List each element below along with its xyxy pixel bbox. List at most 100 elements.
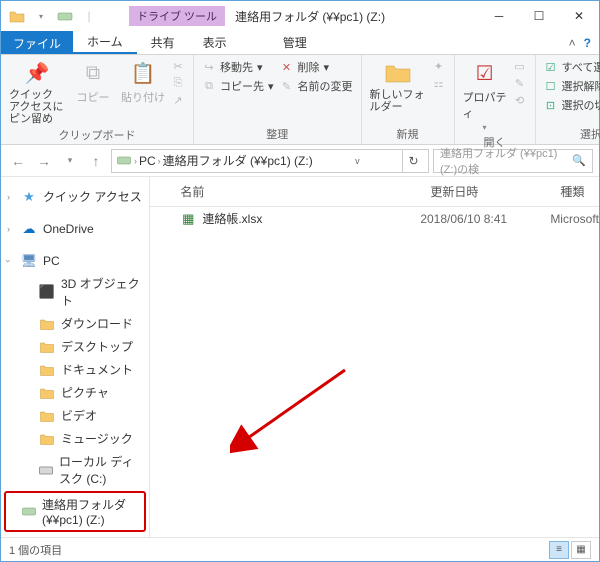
nav-network-drive[interactable]: 連絡用フォルダ (¥¥pc1) (Z:)	[4, 491, 146, 532]
col-type[interactable]: 種類	[550, 177, 599, 206]
properties-icon: ☑	[471, 59, 499, 87]
properties-button[interactable]: ☑ プロパティ ▾	[463, 59, 507, 132]
easy-icon: ⚏	[432, 76, 446, 90]
nav-forward-button[interactable]: →	[33, 150, 55, 172]
address-dropdown-icon[interactable]: v	[346, 150, 368, 172]
invert-selection-button[interactable]: ⊡選択の切り替え	[544, 97, 600, 113]
explorer-window: ▾ | ドライブ ツール 連絡用フォルダ (¥¥pc1) (Z:) ─ ☐ ✕ …	[0, 0, 600, 562]
copy-icon: ⧉	[79, 59, 107, 87]
expand-icon[interactable]: ›	[7, 192, 10, 202]
edit-button[interactable]: ✎	[513, 76, 527, 90]
select-all-icon: ☑	[544, 60, 558, 74]
nav-quick-access[interactable]: › ★ クイック アクセス	[1, 185, 149, 208]
clipboard-extras: ✂ ⎘ ↗	[171, 59, 185, 107]
file-list-pane: 名前 更新日時 種類 ▦ 連絡帳.xlsx 2018/06/10 8:41 Mi…	[150, 177, 599, 537]
tab-share[interactable]: 共有	[137, 31, 189, 54]
paste-icon: 📋	[129, 59, 157, 87]
nav-videos[interactable]: ビデオ	[1, 404, 149, 427]
cut-button[interactable]: ✂	[171, 59, 185, 73]
nav-onedrive[interactable]: › ☁ OneDrive	[1, 218, 149, 240]
thumbnails-view-button[interactable]: ▦	[571, 541, 591, 559]
disk-icon	[39, 462, 53, 478]
col-date[interactable]: 更新日時	[420, 177, 550, 206]
nav-pictures[interactable]: ピクチャ	[1, 381, 149, 404]
paste-button[interactable]: 📋 貼り付け	[121, 59, 165, 105]
qat-dropdown-icon[interactable]: ▾	[31, 6, 51, 26]
tab-manage[interactable]: 管理	[269, 31, 321, 54]
view-switcher: ≡ ▦	[549, 541, 591, 559]
address-bar: ← → ▾ ↑ › PC › 連絡用フォルダ (¥¥pc1) (Z:) v ↻ …	[1, 145, 599, 177]
nav-music[interactable]: ミュージック	[1, 427, 149, 450]
ribbon-collapse-icon[interactable]: ˄	[569, 36, 576, 50]
chevron-right-icon[interactable]: ›	[158, 156, 161, 166]
xlsx-icon: ▦	[180, 211, 196, 227]
new-item-button[interactable]: ✦	[432, 59, 446, 73]
maximize-button[interactable]: ☐	[519, 2, 559, 30]
pin-to-quick-access-button[interactable]: 📌 クイック アクセスにピン留め	[9, 59, 65, 125]
select-none-icon: ☐	[544, 79, 558, 93]
ribbon-tabs: ファイル ホーム 共有 表示 管理 ˄ ?	[1, 31, 599, 55]
group-new: 新しいフォルダー ✦ ⚏ 新規	[362, 55, 455, 144]
pictures-icon	[39, 385, 55, 401]
expand-icon[interactable]: ›	[7, 224, 10, 234]
breadcrumb[interactable]: › PC › 連絡用フォルダ (¥¥pc1) (Z:) v ↻	[111, 149, 429, 173]
collapse-icon[interactable]: ›	[4, 260, 14, 263]
pin-icon: 📌	[23, 59, 51, 87]
tab-view[interactable]: 表示	[189, 31, 241, 54]
tab-home[interactable]: ホーム	[73, 31, 137, 54]
col-name[interactable]: 名前	[150, 177, 420, 206]
select-all-button[interactable]: ☑すべて選択	[544, 59, 600, 75]
history-button[interactable]: ⟲	[513, 93, 527, 107]
ribbon: 📌 クイック アクセスにピン留め ⧉ コピー 📋 貼り付け ✂ ⎘ ↗ クリップ…	[1, 55, 599, 145]
minimize-button[interactable]: ─	[479, 2, 519, 30]
move-to-button[interactable]: ↪移動先 ▾	[202, 59, 274, 75]
videos-icon	[39, 408, 55, 424]
nav-recent-button[interactable]: ▾	[59, 150, 81, 172]
close-button[interactable]: ✕	[559, 2, 599, 30]
path-icon: ⎘	[171, 76, 185, 90]
new-folder-icon	[384, 59, 412, 87]
file-list[interactable]: ▦ 連絡帳.xlsx 2018/06/10 8:41 Microsoft	[150, 207, 599, 537]
open-button[interactable]: ▭	[513, 59, 527, 73]
item-count: 1 個の項目	[9, 542, 62, 558]
network-drive-icon	[22, 504, 36, 520]
qat-sep-icon: |	[79, 6, 99, 26]
rename-button[interactable]: ✎名前の変更	[280, 78, 353, 94]
move-icon: ↪	[202, 60, 216, 74]
select-none-button[interactable]: ☐選択解除	[544, 78, 600, 94]
copy-button[interactable]: ⧉ コピー	[71, 59, 115, 105]
nav-documents[interactable]: ドキュメント	[1, 358, 149, 381]
edit-icon: ✎	[513, 76, 527, 90]
pc-icon: 🖥	[21, 253, 37, 269]
nav-downloads[interactable]: ダウンロード	[1, 312, 149, 335]
crumb-current[interactable]: 連絡用フォルダ (¥¥pc1) (Z:)	[163, 152, 313, 169]
quick-access-toolbar: ▾ |	[1, 6, 99, 26]
details-view-button[interactable]: ≡	[549, 541, 569, 559]
easy-access-button[interactable]: ⚏	[432, 76, 446, 90]
help-icon[interactable]: ?	[584, 36, 591, 50]
search-input[interactable]: 連絡用フォルダ (¥¥pc1) (Z:)の検 🔍	[433, 149, 593, 173]
crumb-pc[interactable]: PC	[139, 154, 156, 168]
paste-shortcut-button[interactable]: ↗	[171, 93, 185, 107]
new-folder-button[interactable]: 新しいフォルダー	[370, 59, 426, 113]
group-label-organize: 整理	[202, 124, 353, 142]
cut-icon: ✂	[171, 59, 185, 73]
nav-desktop[interactable]: デスクトップ	[1, 335, 149, 358]
window-controls: ─ ☐ ✕	[479, 2, 599, 30]
refresh-button[interactable]: ↻	[402, 150, 424, 172]
copy-path-button[interactable]: ⎘	[171, 76, 185, 90]
group-organize: ↪移動先 ▾ ⧉コピー先 ▾ ✕削除 ▾ ✎名前の変更 整理	[194, 55, 362, 144]
file-type: Microsoft	[550, 212, 599, 226]
chevron-right-icon[interactable]: ›	[134, 156, 137, 166]
nav-pc[interactable]: › 🖥 PC	[1, 250, 149, 272]
delete-button[interactable]: ✕削除 ▾	[280, 59, 353, 75]
nav-up-button[interactable]: ↑	[85, 150, 107, 172]
copy-to-button[interactable]: ⧉コピー先 ▾	[202, 78, 274, 94]
nav-local-disk[interactable]: ローカル ディスク (C:)	[1, 450, 149, 490]
group-label-new: 新規	[370, 124, 446, 142]
copyto-icon: ⧉	[202, 79, 216, 93]
nav-back-button[interactable]: ←	[7, 150, 29, 172]
file-row[interactable]: ▦ 連絡帳.xlsx 2018/06/10 8:41 Microsoft	[150, 207, 599, 230]
nav-3d-objects[interactable]: ⬛3D オブジェクト	[1, 272, 149, 312]
tab-file[interactable]: ファイル	[1, 31, 73, 54]
